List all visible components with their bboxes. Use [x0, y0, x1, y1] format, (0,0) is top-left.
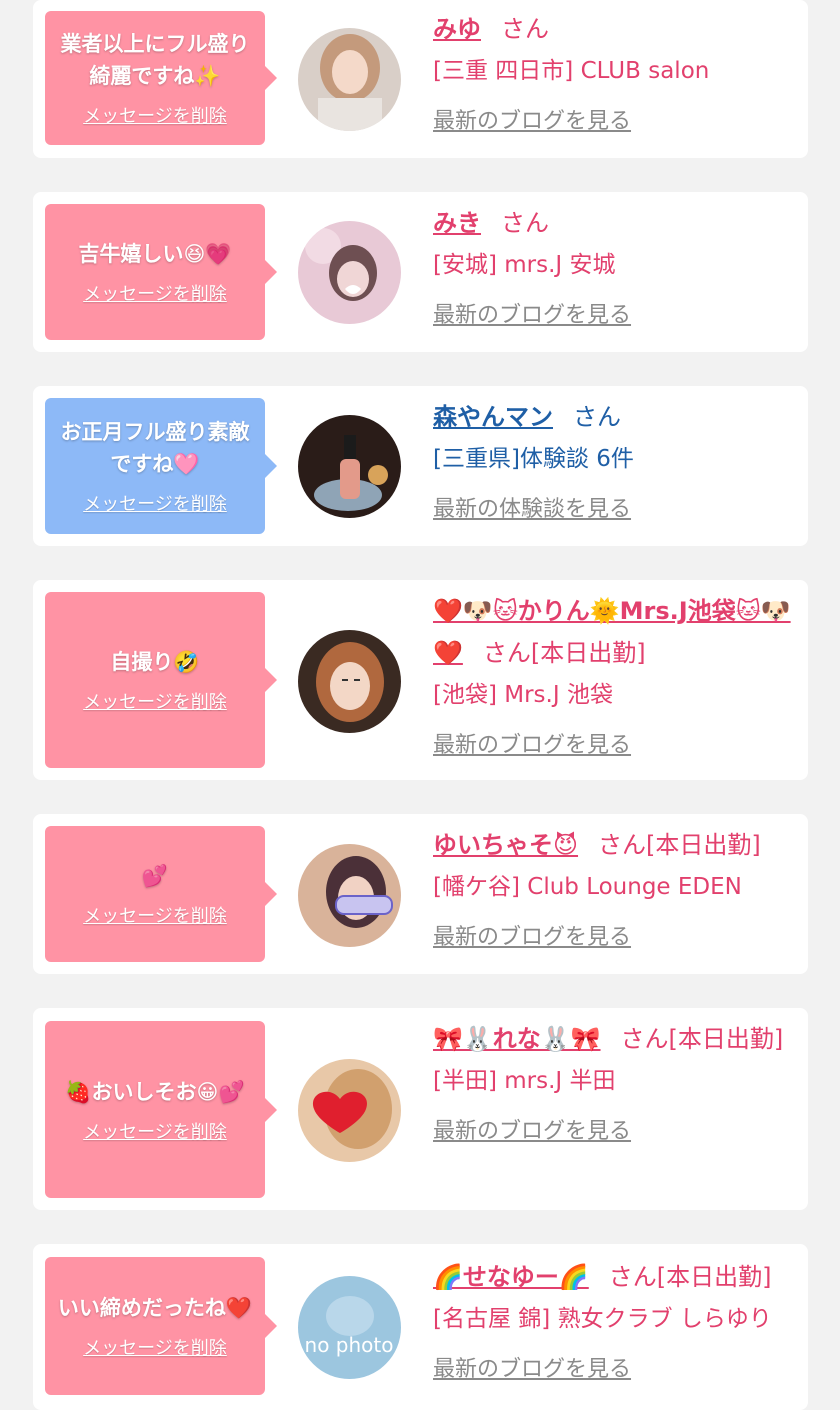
message-text: 吉牛嬉しい😆💗	[78, 242, 232, 266]
message-text: いい締めだったね❤️	[57, 1296, 253, 1320]
avatar[interactable]: no photo	[298, 1276, 401, 1379]
honorific: さん	[573, 403, 621, 431]
profile-name-link[interactable]: 森やんマン	[433, 403, 553, 431]
delete-message-link[interactable]: メッセージを削除	[83, 102, 227, 128]
profile-info: 🌈せなゆー🌈 さん[本日出勤] [名古屋 錦] 熟女クラブ しらゆり 最新のブログ…	[433, 1256, 796, 1390]
delete-message-link[interactable]: メッセージを削除	[83, 688, 227, 714]
list-item: 自撮り🤣 メッセージを削除 ❤️🐶🐱かりん🌞Mrs.J池袋🐱🐶❤️ さん[本日出勤…	[33, 580, 808, 780]
list-item: 🍓おいしそお😀💕 メッセージを削除 🎀🐰れな🐰🎀 さん[本日出勤] [半田] mr…	[33, 1008, 808, 1210]
message-bubble: 🍓おいしそお😀💕 メッセージを削除	[45, 1021, 277, 1198]
avatar[interactable]	[298, 630, 401, 733]
shop-name: [半田] mrs.J 半田	[433, 1068, 616, 1094]
honorific: さん[本日出勤]	[598, 831, 761, 859]
honorific: さん[本日出勤]	[608, 1263, 772, 1291]
honorific: さん[本日出勤]	[620, 1025, 784, 1053]
profile-name-link[interactable]: 🎀🐰れな🐰🎀	[433, 1025, 601, 1053]
list-item: 💕 メッセージを削除 ゆいちゃそ😈 さん[本日出勤] [幡ケ谷] Club Lou…	[33, 814, 808, 974]
avatar[interactable]	[298, 415, 401, 518]
message-bubble: 吉牛嬉しい😆💗 メッセージを削除	[45, 204, 277, 340]
latest-blog-link[interactable]: 最新のブログを見る	[433, 726, 796, 766]
message-text: 自撮り🤣	[110, 650, 200, 674]
delete-message-link[interactable]: メッセージを削除	[83, 1334, 227, 1360]
honorific: さん	[501, 15, 549, 43]
shop-name: [三重県]体験談 6件	[433, 446, 634, 472]
profile-info: みき さん [安城] mrs.J 安城 最新のブログを見る	[433, 202, 796, 336]
message-text: 業者以上にフル盛り綺麗ですね✨	[60, 32, 250, 88]
profile-info: ゆいちゃそ😈 さん[本日出勤] [幡ケ谷] Club Lounge EDEN 最新…	[433, 824, 796, 958]
name-line: 森やんマン さん	[433, 396, 796, 438]
name-line: ゆいちゃそ😈 さん[本日出勤]	[433, 824, 796, 866]
list-item: いい締めだったね❤️ メッセージを削除 no photo 🌈せなゆー🌈 さん[本日…	[33, 1244, 808, 1410]
shop-name: [幡ケ谷] Club Lounge EDEN	[433, 874, 742, 900]
latest-blog-link[interactable]: 最新のブログを見る	[433, 918, 796, 958]
shop-name: [安城] mrs.J 安城	[433, 252, 616, 278]
message-bubble: 💕 メッセージを削除	[45, 826, 277, 962]
latest-blog-link[interactable]: 最新のブログを見る	[433, 102, 796, 142]
avatar[interactable]	[298, 1059, 401, 1162]
profile-name-link[interactable]: みゆ	[433, 15, 481, 43]
name-line: 🌈せなゆー🌈 さん[本日出勤]	[433, 1256, 796, 1298]
profile-info: ❤️🐶🐱かりん🌞Mrs.J池袋🐱🐶❤️ さん[本日出勤] [池袋] Mrs.J 池…	[433, 590, 796, 766]
honorific: さん	[501, 209, 549, 237]
latest-blog-link[interactable]: 最新のブログを見る	[433, 1112, 796, 1152]
delete-message-link[interactable]: メッセージを削除	[83, 902, 227, 928]
list-item: 吉牛嬉しい😆💗 メッセージを削除 みき さん [安城] mrs.J 安城 最新のブ…	[33, 192, 808, 352]
shop-name: [池袋] Mrs.J 池袋	[433, 682, 613, 708]
message-bubble: 業者以上にフル盛り綺麗ですね✨ メッセージを削除	[45, 11, 277, 145]
profile-info: 🎀🐰れな🐰🎀 さん[本日出勤] [半田] mrs.J 半田 最新のブログを見る	[433, 1018, 796, 1152]
latest-blog-link[interactable]: 最新のブログを見る	[433, 1350, 796, 1390]
delete-message-link[interactable]: メッセージを削除	[83, 490, 227, 516]
avatar[interactable]	[298, 221, 401, 324]
name-line: ❤️🐶🐱かりん🌞Mrs.J池袋🐱🐶❤️ さん[本日出勤]	[433, 590, 796, 674]
latest-review-link[interactable]: 最新の体験談を見る	[433, 490, 796, 530]
profile-name-link[interactable]: みき	[433, 209, 481, 237]
message-list: 業者以上にフル盛り綺麗ですね✨ メッセージを削除 みゆ さん [三重 四日市] C…	[0, 0, 840, 1410]
list-item: お正月フル盛り素敵ですね🩷 メッセージを削除 森やんマン さん [三重県]体験談 …	[33, 386, 808, 546]
shop-name: [三重 四日市] CLUB salon	[433, 58, 710, 84]
avatar[interactable]	[298, 844, 401, 947]
latest-blog-link[interactable]: 最新のブログを見る	[433, 296, 796, 336]
profile-info: 森やんマン さん [三重県]体験談 6件 最新の体験談を見る	[433, 396, 796, 530]
name-line: みき さん	[433, 202, 796, 244]
message-bubble: いい締めだったね❤️ メッセージを削除	[45, 1257, 277, 1395]
honorific: さん[本日出勤]	[482, 639, 646, 667]
profile-name-link[interactable]: ゆいちゃそ😈	[433, 831, 578, 859]
avatar[interactable]	[298, 28, 401, 131]
no-photo-text: no photo	[305, 1333, 394, 1357]
message-bubble: お正月フル盛り素敵ですね🩷 メッセージを削除	[45, 398, 277, 534]
message-bubble: 自撮り🤣 メッセージを削除	[45, 592, 277, 768]
name-line: みゆ さん	[433, 8, 796, 50]
profile-info: みゆ さん [三重 四日市] CLUB salon 最新のブログを見る	[433, 8, 796, 142]
shop-name: [名古屋 錦] 熟女クラブ しらゆり	[433, 1306, 772, 1332]
delete-message-link[interactable]: メッセージを削除	[83, 1118, 227, 1144]
delete-message-link[interactable]: メッセージを削除	[83, 280, 227, 306]
message-text: お正月フル盛り素敵ですね🩷	[60, 420, 250, 476]
profile-name-link[interactable]: 🌈せなゆー🌈	[433, 1263, 589, 1291]
message-text: 🍓おいしそお😀💕	[65, 1079, 245, 1104]
message-text: 💕	[141, 864, 169, 888]
list-item: 業者以上にフル盛り綺麗ですね✨ メッセージを削除 みゆ さん [三重 四日市] C…	[33, 0, 808, 158]
name-line: 🎀🐰れな🐰🎀 さん[本日出勤]	[433, 1018, 796, 1060]
